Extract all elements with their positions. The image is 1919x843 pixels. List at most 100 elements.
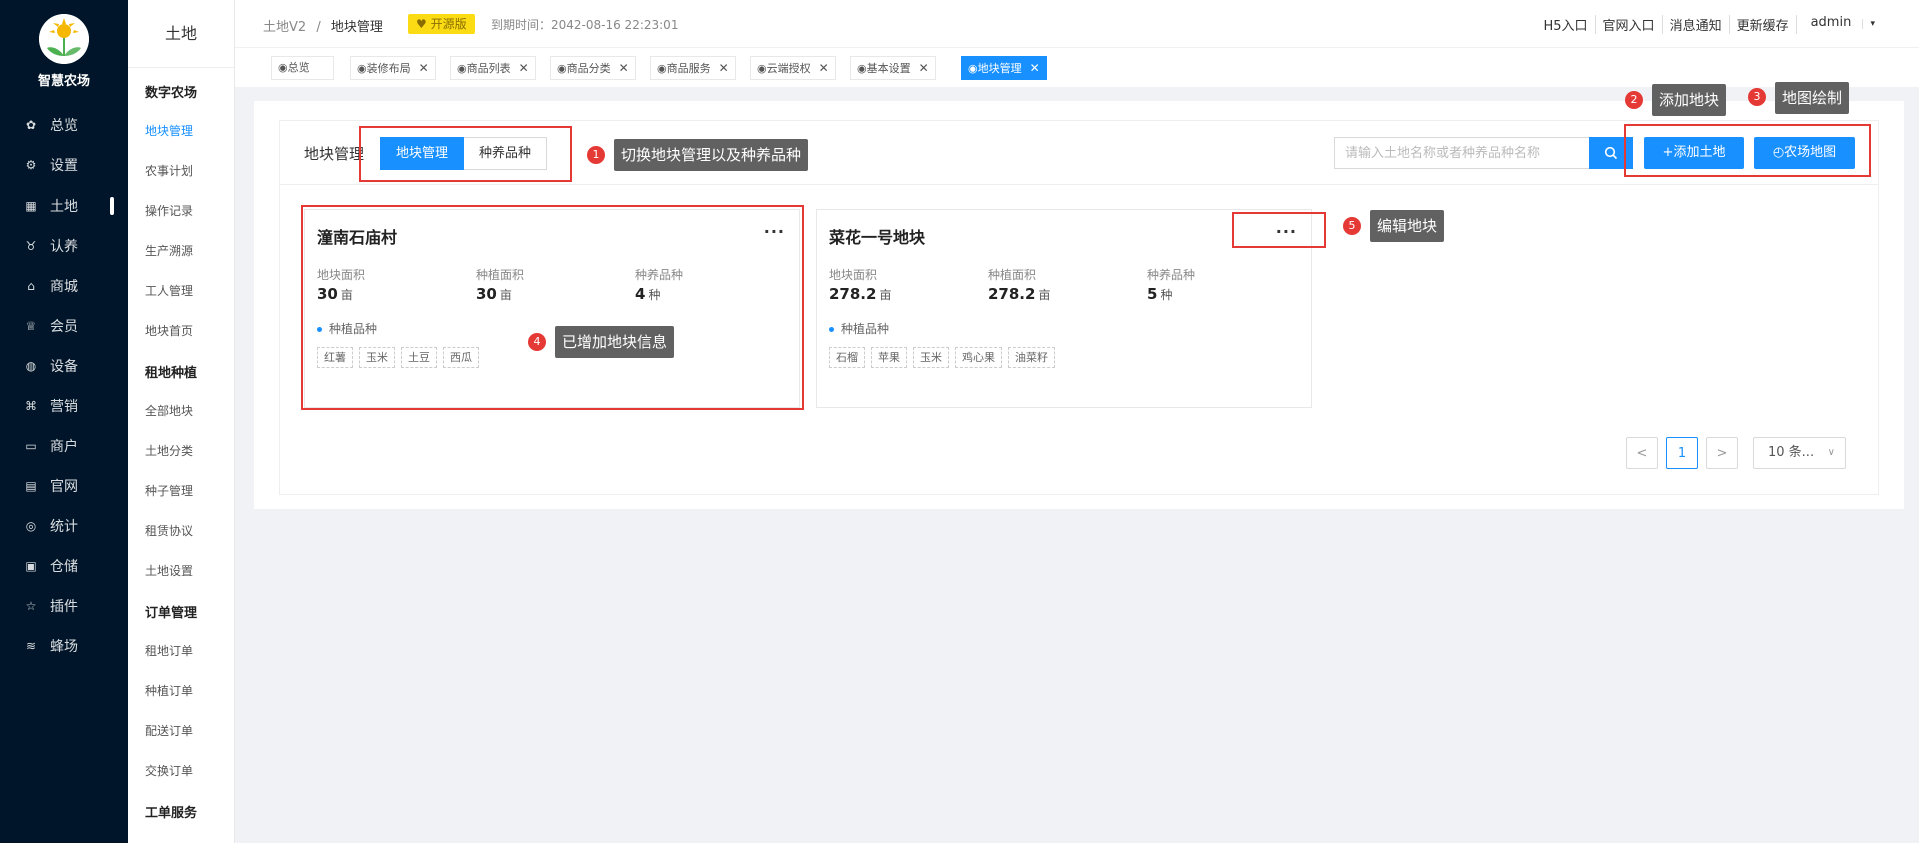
close-icon[interactable]: ✕ (419, 61, 429, 75)
tab-decoration[interactable]: ◉装修布局 ✕ (350, 56, 436, 80)
next-page-button[interactable]: > (1706, 437, 1738, 469)
merchant-icon: ▭ (25, 439, 37, 453)
annotation-tip: 地图绘制 (1775, 82, 1850, 114)
nav-item-adopt[interactable]: ♉ 认养 (0, 226, 128, 266)
search-input[interactable] (1334, 137, 1589, 169)
tab-plot-management[interactable]: ◉地块管理 ✕ (961, 56, 1047, 80)
website-entry-link[interactable]: 官网入口 (1594, 15, 1662, 34)
bullet-icon (829, 327, 834, 332)
sub-item-rent-orders[interactable]: 租地订单 (145, 642, 193, 659)
stat-unit: 种 (1160, 288, 1173, 302)
user-menu[interactable]: admin ▾ (1795, 15, 1889, 34)
prev-page-button[interactable]: < (1626, 437, 1658, 469)
close-icon[interactable]: ✕ (1030, 61, 1040, 75)
annotation-box-edit (1232, 212, 1326, 248)
plot-area-value: 278.2 亩 (829, 285, 891, 303)
tab-basic-settings[interactable]: ◉基本设置 ✕ (850, 56, 936, 80)
tab-label: ◉云端授权 (757, 62, 811, 75)
nav-item-merchant[interactable]: ▭ 商户 (0, 426, 128, 466)
sub-item-workers[interactable]: 工人管理 (145, 282, 193, 299)
tab-label: ◉商品服务 (657, 62, 711, 75)
sub-item-land-settings[interactable]: 土地设置 (145, 562, 193, 579)
member-icon: ♕ (25, 319, 37, 333)
website-icon: ▤ (25, 479, 37, 493)
nav-item-plugin[interactable]: ☆ 插件 (0, 586, 128, 626)
nav-item-warehouse[interactable]: ▣ 仓储 (0, 546, 128, 586)
crop-tag: 苹果 (871, 347, 907, 368)
tab-product-service[interactable]: ◉商品服务 ✕ (650, 56, 736, 80)
nav-item-settings[interactable]: ⚙ 设置 (0, 145, 128, 185)
nav-item-bee[interactable]: ≋ 蜂场 (0, 626, 128, 666)
tabs-bar: ◉总览 ◉装修布局 ✕ ◉商品列表 ✕ ◉商品分类 ✕ ◉商品服务 ✕ ◉云端授权 ✕ ◉… (235, 48, 1919, 87)
sub-item-plot-management[interactable]: 地块管理 (145, 122, 193, 139)
tab-product-category[interactable]: ◉商品分类 ✕ (550, 56, 636, 80)
nav-item-shop[interactable]: ⌂ 商城 (0, 266, 128, 306)
marketing-icon: ⌘ (25, 399, 37, 413)
sub-item-plot-home[interactable]: 地块首页 (145, 322, 193, 339)
sub-item-seeds[interactable]: 种子管理 (145, 482, 193, 499)
close-icon[interactable]: ✕ (619, 61, 629, 75)
breadcrumb: 土地V2 / 地块管理 (263, 16, 383, 35)
close-icon[interactable]: ✕ (719, 61, 729, 75)
close-icon[interactable]: ✕ (519, 61, 529, 75)
top-header: 土地V2 / 地块管理 ♥ 开源版 到期时间：2042-08-16 22:23:… (235, 0, 1919, 48)
stats-icon: ◎ (25, 519, 37, 533)
star-icon: ☆ (25, 599, 37, 613)
stat-unit: 亩 (1038, 288, 1051, 302)
breadcrumb-current: 地块管理 (330, 20, 383, 35)
close-icon[interactable]: ✕ (919, 61, 929, 75)
close-icon[interactable]: ✕ (819, 61, 829, 75)
expire-time: 到期时间：2042-08-16 22:23:01 (491, 18, 679, 32)
nav-item-device[interactable]: ◍ 设备 (0, 346, 128, 386)
breadcrumb-separator: / (316, 20, 321, 35)
breadcrumb-root[interactable]: 土地V2 (263, 20, 306, 35)
sub-item-lease[interactable]: 租赁协议 (145, 522, 193, 539)
edition-badge: ♥ 开源版 (408, 14, 475, 34)
nav-item-website[interactable]: ▤ 官网 (0, 466, 128, 506)
diamond-icon: ♥ (416, 17, 431, 31)
breed-count-value: 5种 (1147, 285, 1172, 303)
device-icon: ◍ (25, 359, 37, 373)
gear-icon: ⚙ (25, 158, 37, 172)
annotation-tip: 切换地块管理以及种养品种 (614, 139, 809, 171)
sub-item-operation-log[interactable]: 操作记录 (145, 202, 193, 219)
nav-item-land[interactable]: ▦ 土地 (0, 186, 128, 226)
sub-item-plant-orders[interactable]: 种植订单 (145, 682, 193, 699)
refresh-cache-link[interactable]: 更新缓存 (1728, 15, 1796, 34)
tab-product-list[interactable]: ◉商品列表 ✕ (450, 56, 536, 80)
sub-item-all-plots[interactable]: 全部地块 (145, 402, 193, 419)
crop-tags: 石榴 苹果 玉米 鸡心果 油菜籽 (829, 347, 1061, 368)
sub-item-farming-plan[interactable]: 农事计划 (145, 162, 193, 179)
sub-item-traceability[interactable]: 生产溯源 (145, 242, 193, 259)
page-1-button[interactable]: 1 (1666, 437, 1698, 469)
annotation-number: 2 (1625, 91, 1643, 109)
sub-item-exchange-orders[interactable]: 交换订单 (145, 762, 193, 779)
stat-label: 地块面积 (829, 268, 878, 282)
stat-number: 278.2 (988, 285, 1036, 303)
nav-label: 设置 (50, 158, 78, 174)
nav-item-marketing[interactable]: ⌘ 营销 (0, 386, 128, 426)
sub-item-land-category[interactable]: 土地分类 (145, 442, 193, 459)
group-orders: 订单管理 (145, 606, 198, 621)
sub-item-delivery-orders[interactable]: 配送订单 (145, 722, 193, 739)
annotation-tip: 添加地块 (1652, 84, 1727, 116)
brand-name: 智慧农场 (37, 74, 90, 89)
nav-item-member[interactable]: ♕ 会员 (0, 306, 128, 346)
warehouse-icon: ▣ (25, 559, 37, 573)
nav-item-stats[interactable]: ◎ 统计 (0, 506, 128, 546)
nav-item-overview[interactable]: ✿ 总览 (0, 105, 128, 145)
plot-title: 菜花一号地块 (829, 228, 926, 247)
h5-entry-link[interactable]: H5入口 (1537, 15, 1595, 34)
crop-tag: 鸡心果 (955, 347, 1002, 368)
nav-label: 商城 (50, 279, 78, 295)
sub-sidebar: 土地 数字农场 地块管理 农事计划 操作记录 生产溯源 工人管理 地块首页 租地… (128, 0, 234, 843)
tab-cloud-auth[interactable]: ◉云端授权 ✕ (750, 56, 836, 80)
page-size-value: 10 条... (1768, 445, 1815, 460)
tab-overview[interactable]: ◉总览 (271, 56, 334, 80)
stat-label: 种养品种 (1147, 268, 1196, 282)
crop-tag: 石榴 (829, 347, 865, 368)
page-size-select[interactable]: 10 条... ∨ (1753, 437, 1846, 469)
notifications-link[interactable]: 消息通知 (1661, 15, 1729, 34)
tab-label: ◉基本设置 (857, 62, 911, 75)
nav-label: 商户 (50, 439, 78, 455)
